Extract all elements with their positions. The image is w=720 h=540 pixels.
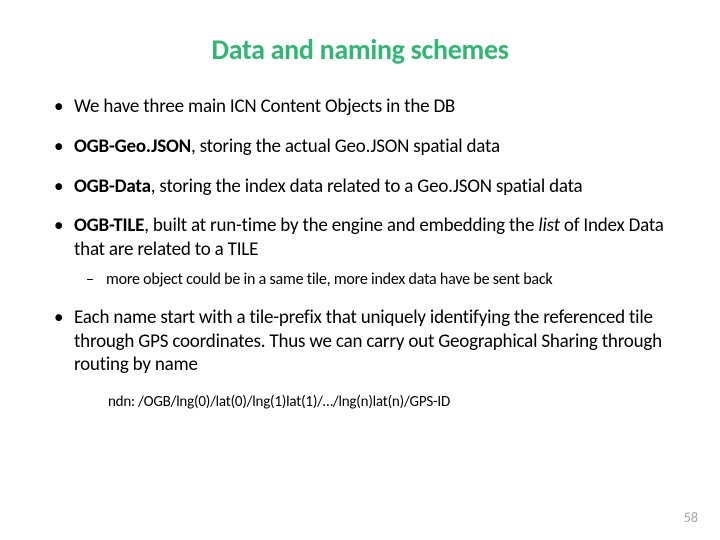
slide-container: Data and naming schemes We have three ma… bbox=[0, 0, 720, 540]
bullet-2-rest: , storing the actual Geo.JSON spatial da… bbox=[191, 135, 500, 158]
bullet-3: OGB-Data, storing the index data related… bbox=[50, 175, 670, 199]
bullet-list: We have three main ICN Content Objects i… bbox=[50, 95, 670, 377]
bullet-2: OGB-Geo.JSON, storing the actual Geo.JSO… bbox=[50, 135, 670, 159]
bullet-3-rest: , storing the index data related to a Ge… bbox=[151, 175, 583, 198]
bullet-4-italic: list bbox=[538, 214, 559, 237]
ndn-path-line: ndn: /OGB/lng(0)/lat(0)/lng(1)lat(1)/…/l… bbox=[108, 393, 670, 411]
sub-bullet-list: more object could be in a same tile, mor… bbox=[74, 270, 670, 290]
sub-bullet-1: more object could be in a same tile, mor… bbox=[82, 270, 670, 290]
page-number: 58 bbox=[684, 509, 698, 526]
slide-title: Data and naming schemes bbox=[50, 32, 670, 67]
bullet-4-rest1: , built at run-time by the engine and em… bbox=[144, 214, 538, 237]
bullet-5: Each name start with a tile-prefix that … bbox=[50, 306, 670, 377]
bullet-3-bold: OGB-Data bbox=[74, 175, 151, 198]
bullet-2-bold: OGB-Geo.JSON bbox=[74, 135, 191, 158]
sub-bullet-1-text: more object could be in a same tile, mor… bbox=[106, 270, 553, 289]
bullet-4: OGB-TILE, built at run-time by the engin… bbox=[50, 214, 670, 290]
bullet-4-bold: OGB-TILE bbox=[74, 214, 144, 237]
bullet-1-text: We have three main ICN Content Objects i… bbox=[74, 95, 455, 118]
bullet-1: We have three main ICN Content Objects i… bbox=[50, 95, 670, 119]
bullet-5-text: Each name start with a tile-prefix that … bbox=[74, 306, 662, 377]
